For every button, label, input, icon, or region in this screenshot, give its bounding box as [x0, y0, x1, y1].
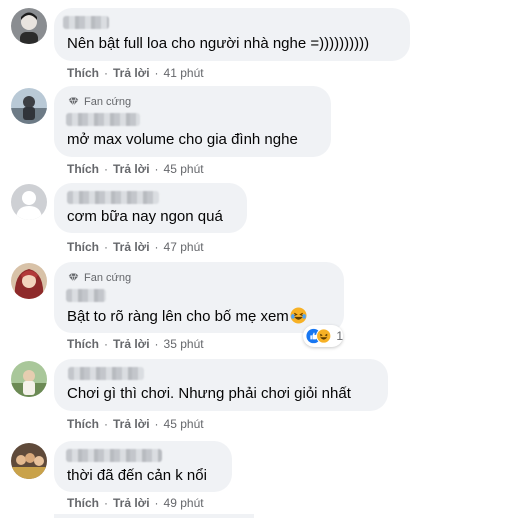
comment-timestamp[interactable]: 45 phút: [164, 417, 204, 431]
reply-button[interactable]: Trả lời: [113, 66, 150, 80]
separator-dot: ·: [104, 495, 108, 510]
user-photo-icon: [11, 443, 47, 479]
like-button[interactable]: Thích: [67, 417, 99, 431]
like-button[interactable]: Thích: [67, 337, 99, 351]
comment-actions: Thích · Trả lời · 45 phút: [67, 416, 204, 431]
default-avatar-icon: [11, 184, 47, 220]
separator-dot: ·: [154, 495, 159, 510]
comment-timestamp[interactable]: 41 phút: [164, 66, 204, 80]
comment-text-content: Bật to rõ ràng lên cho bố mẹ xem: [67, 308, 289, 325]
avatar[interactable]: [11, 443, 47, 479]
reaction-icons: [306, 328, 332, 344]
avatar[interactable]: [11, 184, 47, 220]
comment-actions: Thích · Trả lời · 49 phút: [67, 495, 204, 510]
avatar[interactable]: [11, 263, 47, 299]
comment-actions: Thích · Trả lời · 45 phút: [67, 161, 204, 176]
reply-button[interactable]: Trả lời: [113, 496, 150, 510]
like-button[interactable]: Thích: [67, 496, 99, 510]
commenter-name[interactable]: [66, 289, 106, 302]
haha-reaction-icon: [316, 328, 332, 344]
comment-text: Chơi gì thì chơi. Nhưng phải chơi giỏi n…: [67, 385, 351, 402]
fan-badge-label: Fan cứng: [84, 95, 132, 108]
avatar[interactable]: [11, 8, 47, 44]
commenter-name[interactable]: [66, 113, 140, 126]
fan-badge: Fan cứng: [68, 95, 131, 108]
comment-text: mở max volume cho gia đình nghe: [67, 131, 298, 148]
comment-text: Bật to rõ ràng lên cho bố mẹ xem: [67, 307, 307, 330]
reply-button[interactable]: Trả lời: [113, 337, 150, 351]
fan-badge: Fan cứng: [68, 271, 131, 284]
user-photo-icon: [11, 263, 47, 299]
separator-dot: ·: [154, 65, 159, 80]
comment-text: cơm bữa nay ngon quá: [67, 208, 223, 225]
separator-dot: ·: [154, 239, 159, 254]
comment-actions: Thích · Trả lời · 35 phút: [67, 336, 204, 351]
separator-dot: ·: [154, 161, 159, 176]
comment-bubble-partial: [54, 514, 254, 518]
reply-button[interactable]: Trả lời: [113, 162, 150, 176]
reactions-summary[interactable]: 1: [303, 325, 343, 347]
separator-dot: ·: [104, 239, 108, 254]
reaction-count: 1: [336, 329, 343, 343]
comment-bubble: Chơi gì thì chơi. Nhưng phải chơi giỏi n…: [54, 359, 388, 411]
commenter-name[interactable]: [63, 16, 109, 29]
comment-text: Nên bật full loa cho người nhà nghe =)))…: [67, 35, 370, 52]
separator-dot: ·: [104, 416, 108, 431]
comment-timestamp[interactable]: 47 phút: [164, 240, 204, 254]
comment-bubble: Fan cứng mở max volume cho gia đình nghe: [54, 86, 331, 157]
separator-dot: ·: [154, 336, 159, 351]
laughing-tears-emoji-icon: [290, 307, 307, 330]
avatar[interactable]: [11, 88, 47, 124]
diamond-icon: [68, 97, 79, 106]
comment-actions: Thích · Trả lời · 41 phút: [67, 65, 204, 80]
comment-bubble: thời đã đến cản k nổi: [54, 441, 232, 492]
like-button[interactable]: Thích: [67, 162, 99, 176]
comment-actions: Thích · Trả lời · 47 phút: [67, 239, 204, 254]
comment-bubble: Fan cứng Bật to rõ ràng lên cho bố mẹ xe…: [54, 262, 344, 333]
commenter-name[interactable]: [67, 191, 159, 204]
user-photo-icon: [11, 88, 47, 124]
fan-badge-label: Fan cứng: [84, 271, 132, 284]
commenter-name[interactable]: [68, 367, 144, 380]
diamond-icon: [68, 273, 79, 282]
comment-timestamp[interactable]: 45 phút: [164, 162, 204, 176]
comment-text: thời đã đến cản k nổi: [67, 467, 207, 484]
like-button[interactable]: Thích: [67, 240, 99, 254]
comment-bubble: Nên bật full loa cho người nhà nghe =)))…: [54, 8, 410, 61]
reply-button[interactable]: Trả lời: [113, 417, 150, 431]
reply-button[interactable]: Trả lời: [113, 240, 150, 254]
user-photo-icon: [11, 8, 47, 44]
comment-bubble: cơm bữa nay ngon quá: [54, 183, 247, 233]
commenter-name[interactable]: [66, 449, 162, 462]
separator-dot: ·: [104, 65, 108, 80]
like-button[interactable]: Thích: [67, 66, 99, 80]
separator-dot: ·: [104, 161, 108, 176]
separator-dot: ·: [154, 416, 159, 431]
user-photo-icon: [11, 361, 47, 397]
comment-timestamp[interactable]: 49 phút: [164, 496, 204, 510]
avatar[interactable]: [11, 361, 47, 397]
comment-timestamp[interactable]: 35 phút: [164, 337, 204, 351]
separator-dot: ·: [104, 336, 108, 351]
